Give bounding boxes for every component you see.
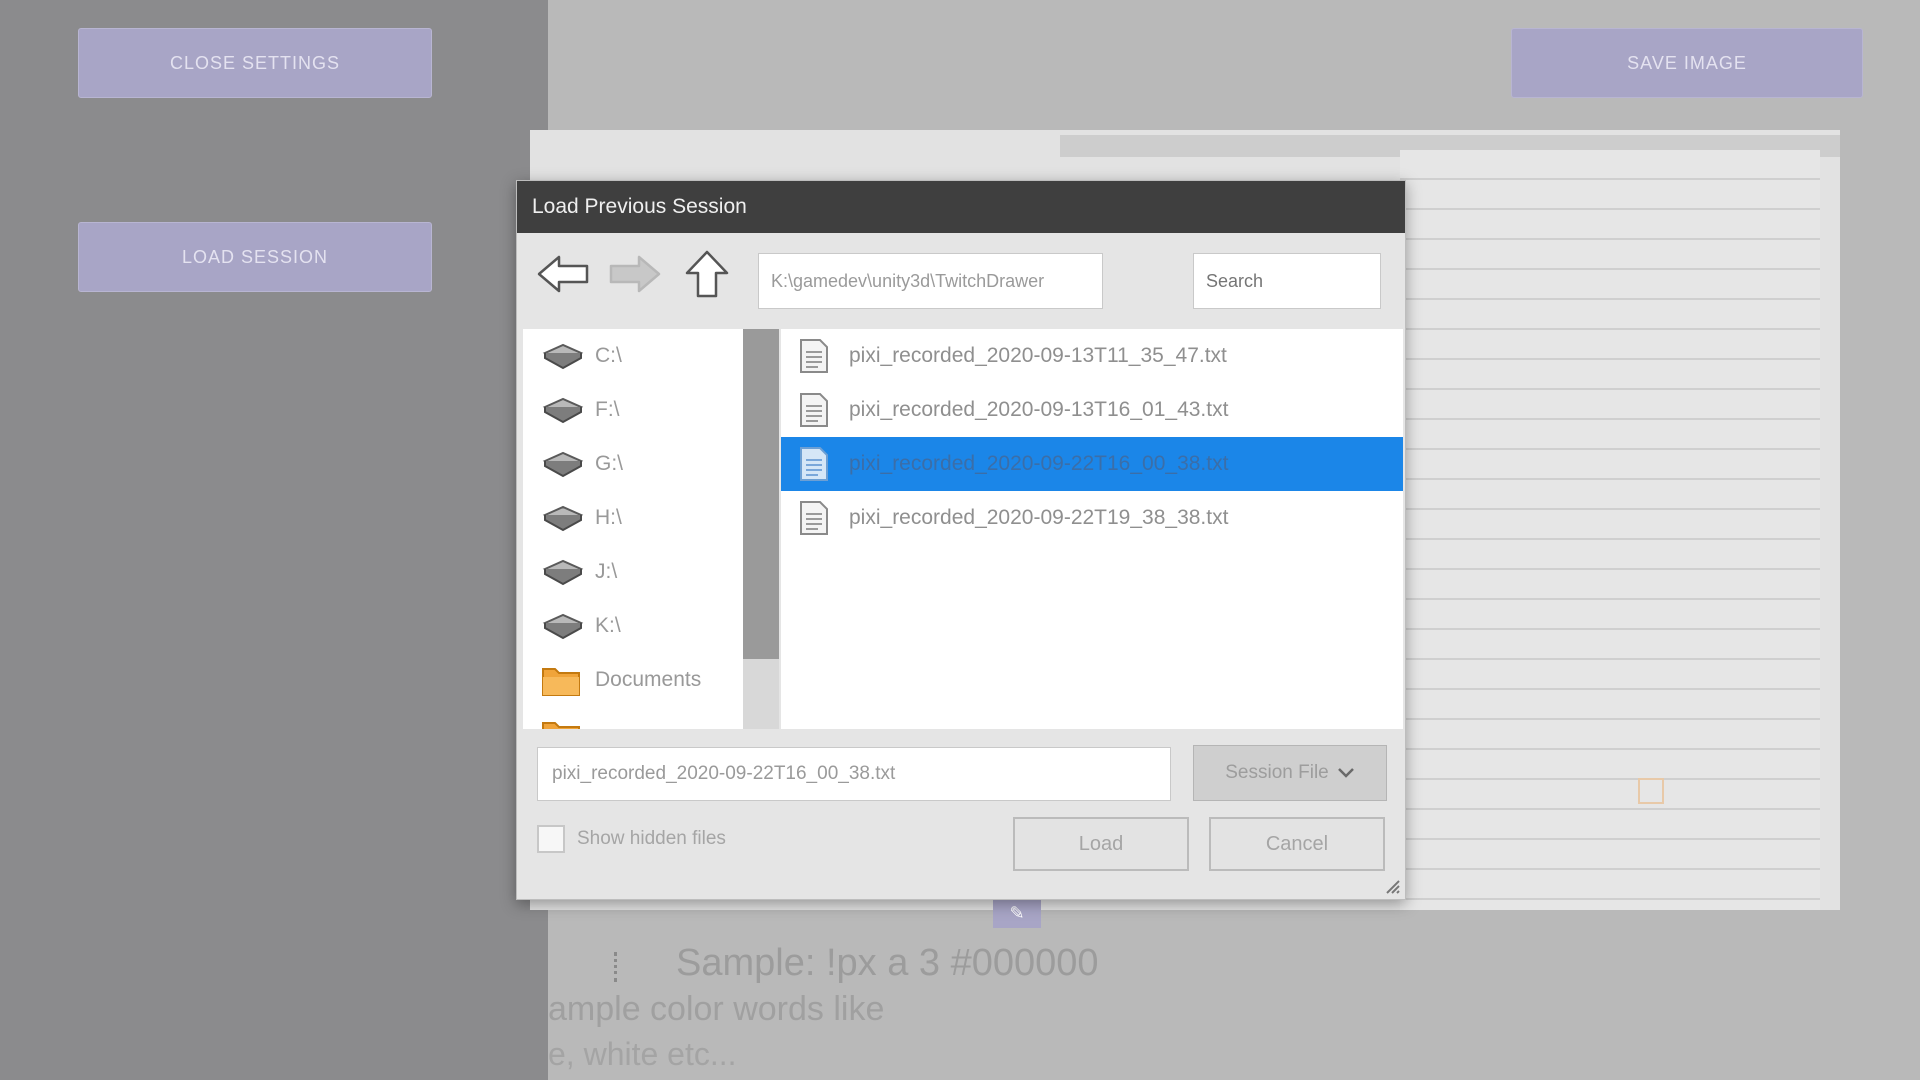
sidebar-item-j-drive[interactable]: J:\ [523, 545, 753, 599]
path-input[interactable] [758, 253, 1103, 309]
back-arrow-icon[interactable] [535, 249, 591, 299]
up-arrow-icon[interactable] [679, 249, 735, 299]
load-session-dialog: Load Previous Session C:\ F:\ G:\ H:\ [516, 180, 1406, 900]
sidebar-item-g-drive[interactable]: G:\ [523, 437, 753, 491]
settings-panel: CLOSE SETTINGS LOAD SESSION [0, 0, 548, 1080]
forward-arrow-icon[interactable] [607, 249, 663, 299]
sidebar-item-label: H:\ [595, 506, 622, 529]
sidebar-item-f-drive[interactable]: F:\ [523, 383, 753, 437]
sample-text-1: Sample: !px a 3 #000000 [676, 942, 1099, 984]
close-settings-button[interactable]: CLOSE SETTINGS [78, 28, 432, 98]
drive-icon [542, 505, 584, 532]
filename-input[interactable] [537, 747, 1171, 801]
folder-icon [542, 722, 580, 729]
resize-grip-icon[interactable] [1381, 875, 1401, 895]
sidebar-item-documents[interactable]: Documents [523, 653, 753, 707]
drive-sidebar: C:\ F:\ G:\ H:\ J:\ K:\ Documents [523, 329, 753, 729]
dialog-toolbar [517, 233, 1405, 309]
text-file-icon [800, 447, 828, 481]
sidebar-item-label: G:\ [595, 452, 624, 475]
sidebar-item-label: J:\ [595, 560, 618, 583]
pencil-icon[interactable]: ✎ [993, 898, 1041, 928]
file-name: pixi_recorded_2020-09-22T16_00_38.txt [849, 452, 1229, 475]
file-name: pixi_recorded_2020-09-22T19_38_38.txt [849, 506, 1229, 529]
sidebar-item-c-drive[interactable]: C:\ [523, 329, 753, 383]
show-hidden-checkbox[interactable] [537, 825, 565, 853]
drive-icon [542, 451, 584, 478]
marker-square [1638, 778, 1664, 804]
drive-icon [542, 613, 584, 640]
sidebar-item-label: Documents [595, 668, 702, 691]
file-name: pixi_recorded_2020-09-13T16_01_43.txt [849, 398, 1229, 421]
sample-text-3: e, white etc... [548, 1036, 737, 1072]
file-row-selected[interactable]: pixi_recorded_2020-09-22T16_00_38.txt [781, 437, 1403, 491]
load-session-button[interactable]: LOAD SESSION [78, 222, 432, 292]
load-button[interactable]: Load [1013, 817, 1189, 871]
text-file-icon [800, 501, 828, 535]
drive-icon [542, 343, 584, 370]
search-input[interactable] [1193, 253, 1381, 309]
folder-icon [542, 668, 580, 696]
sidebar-item-label: K:\ [595, 614, 621, 637]
text-file-icon [800, 393, 828, 427]
sidebar-item-label: F:\ [595, 398, 620, 421]
sidebar-item-folder[interactable] [523, 707, 753, 729]
file-type-select[interactable]: Session File [1193, 745, 1387, 801]
file-row[interactable]: pixi_recorded_2020-09-13T11_35_47.txt [781, 329, 1403, 383]
chevron-down-icon [1337, 768, 1354, 778]
divider [614, 952, 621, 982]
file-name: pixi_recorded_2020-09-13T11_35_47.txt [849, 344, 1227, 367]
show-hidden-label: Show hidden files [577, 828, 726, 849]
text-file-icon [800, 339, 828, 373]
background-lines [1400, 150, 1820, 910]
file-list: pixi_recorded_2020-09-13T11_35_47.txt pi… [781, 329, 1403, 729]
file-type-label: Session File [1225, 762, 1329, 783]
sidebar-item-label: C:\ [595, 344, 622, 367]
file-row[interactable]: pixi_recorded_2020-09-22T19_38_38.txt [781, 491, 1403, 545]
sidebar-item-k-drive[interactable]: K:\ [523, 599, 753, 653]
sample-text-2: ample color words like [548, 990, 885, 1028]
drive-icon [542, 397, 584, 424]
dialog-title: Load Previous Session [517, 181, 1405, 233]
file-row[interactable]: pixi_recorded_2020-09-13T16_01_43.txt [781, 383, 1403, 437]
cancel-button[interactable]: Cancel [1209, 817, 1385, 871]
drive-icon [542, 559, 584, 586]
save-image-button[interactable]: SAVE IMAGE [1511, 28, 1863, 98]
show-hidden-toggle[interactable]: Show hidden files [537, 825, 726, 853]
sidebar-item-h-drive[interactable]: H:\ [523, 491, 753, 545]
sidebar-scrollbar-thumb[interactable] [743, 329, 779, 659]
